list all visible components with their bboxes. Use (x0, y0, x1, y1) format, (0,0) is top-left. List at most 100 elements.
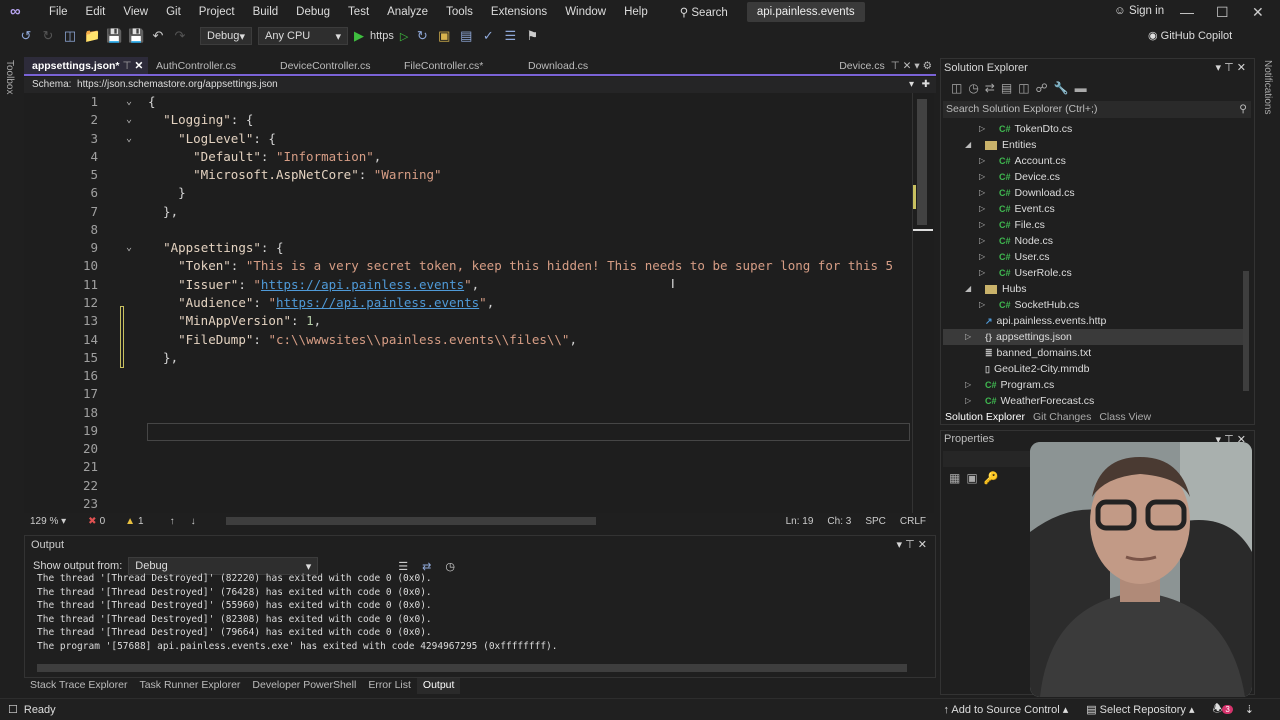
tab-stack-trace-explorer[interactable]: Stack Trace Explorer (24, 678, 133, 694)
tab-devicecontroller[interactable]: DeviceController.cs (272, 57, 396, 74)
bookmark-icon[interactable]: ⚑ (524, 28, 540, 44)
run-profile-button[interactable]: https (370, 30, 394, 42)
close-tab-icon[interactable]: ✕ (135, 60, 144, 72)
menu-help[interactable]: Help (615, 6, 657, 18)
github-copilot-button[interactable]: ◉ GitHub Copilot (1148, 29, 1232, 42)
close-icon[interactable]: ✕ (918, 539, 927, 551)
tree-item[interactable]: ▷ C# Event.cs (943, 201, 1243, 217)
collapsed-arrow-icon[interactable]: ▷ (979, 153, 985, 169)
notifications-strip[interactable]: Notifications (1258, 56, 1280, 146)
tab-solution-explorer[interactable]: Solution Explorer (941, 409, 1029, 425)
toolbox-strip[interactable]: Toolbox (0, 56, 22, 516)
tree-item[interactable]: ▷ C# Device.cs (943, 169, 1243, 185)
back-icon[interactable]: ↺ (18, 28, 34, 44)
collapsed-arrow-icon[interactable]: ▷ (979, 233, 985, 249)
line-number[interactable]: Ln: 19 (786, 516, 814, 527)
tree-item[interactable]: ▷ C# TokenDto.cs (943, 121, 1243, 137)
configuration-dropdown[interactable]: Debug ▾ (200, 27, 252, 45)
pin-icon[interactable]: ⊤ (905, 539, 915, 551)
tab-task-runner-explorer[interactable]: Task Runner Explorer (133, 678, 246, 694)
dropdown-icon[interactable]: ▾ (897, 539, 903, 551)
output-text[interactable]: The thread '[Thread Destroyed]' (82220) … (37, 572, 557, 653)
comment-icon[interactable]: ☰ (502, 28, 518, 44)
menu-git[interactable]: Git (157, 6, 190, 18)
split-icon[interactable]: ✚ (922, 79, 930, 90)
menu-tools[interactable]: Tools (437, 6, 482, 18)
maximize-button[interactable]: ☐ (1216, 4, 1229, 21)
menu-edit[interactable]: Edit (77, 6, 115, 18)
collapsed-arrow-icon[interactable]: ▷ (965, 377, 971, 393)
code-editor[interactable]: I 1 ⌄{2 ⌄ "Logging": {3 ⌄ "LogLevel": {4 "D… (24, 93, 912, 513)
search-icon[interactable]: ⚲ (1239, 103, 1247, 115)
scrollbar-thumb[interactable] (917, 99, 927, 225)
dropdown-icon[interactable]: ▾ (1216, 62, 1222, 74)
run-icon[interactable]: ▶ (354, 28, 364, 44)
tab-class-view[interactable]: Class View (1095, 409, 1155, 425)
tab-authcontroller[interactable]: AuthController.cs (148, 57, 272, 74)
close-icon[interactable]: ✕ (1237, 62, 1246, 74)
menu-test[interactable]: Test (339, 6, 378, 18)
tree-item[interactable]: ≣ banned_domains.txt (943, 345, 1243, 361)
menu-window[interactable]: Window (556, 6, 615, 18)
tab-filecontroller[interactable]: FileController.cs* (396, 57, 520, 74)
fold-chevron-icon[interactable]: ⌄ (126, 239, 132, 257)
collapsed-arrow-icon[interactable]: ▷ (979, 217, 985, 233)
close-window-button[interactable]: ✕ (1252, 4, 1264, 21)
notifications-bell-icon[interactable]: 🕭 3 (1212, 700, 1233, 719)
tab-download[interactable]: Download.cs (520, 57, 644, 74)
output-status-icon[interactable]: ☐ (8, 703, 18, 716)
tree-item[interactable]: ◢ Entities (943, 137, 1243, 153)
search-button[interactable]: ⚲ Search (671, 5, 737, 19)
expanded-arrow-icon[interactable]: ◢ (965, 137, 971, 153)
previous-issue-icon[interactable]: ↑ (170, 516, 175, 527)
spell-check-icon[interactable]: ✓ (480, 28, 496, 44)
tab-output[interactable]: Output (416, 678, 461, 694)
tree-item[interactable]: ▷ C# UserRole.cs (943, 265, 1243, 281)
collapsed-arrow-icon[interactable]: ▷ (965, 393, 971, 409)
menu-project[interactable]: Project (190, 6, 244, 18)
menu-build[interactable]: Build (244, 6, 288, 18)
menu-file[interactable]: File (40, 6, 77, 18)
open-folder-icon[interactable]: 📁 (84, 28, 100, 44)
tab-developer-powershell[interactable]: Developer PowerShell (246, 678, 362, 694)
code-link[interactable]: https://api.painless.events (261, 277, 464, 292)
tree-item[interactable]: ▷ C# Download.cs (943, 185, 1243, 201)
editor-vertical-scrollbar[interactable] (912, 93, 934, 513)
download-icon[interactable]: ⇣ (1245, 703, 1254, 716)
solution-search-input[interactable]: Search Solution Explorer (Ctrl+;) ⚲ (943, 101, 1251, 118)
settings-gear-icon[interactable]: ⚙ (923, 60, 932, 72)
tree-item[interactable]: ▷ C# Node.cs (943, 233, 1243, 249)
tab-device-cs[interactable]: Device.cs ⊤ ✕ ▾ ⚙ (831, 57, 936, 74)
next-issue-icon[interactable]: ↓ (191, 516, 196, 527)
properties-toolbar[interactable]: ▦▣🔑 (949, 471, 1005, 485)
collapsed-arrow-icon[interactable]: ▷ (965, 329, 971, 345)
pin-icon[interactable]: ⊤ (1224, 62, 1234, 74)
collapsed-arrow-icon[interactable]: ▷ (979, 169, 985, 185)
minimize-button[interactable]: — (1180, 4, 1194, 20)
new-item-icon[interactable]: ◫ (62, 28, 78, 44)
collapsed-arrow-icon[interactable]: ▷ (979, 249, 985, 265)
output-horizontal-scrollbar[interactable] (37, 664, 907, 672)
collapsed-arrow-icon[interactable]: ▷ (979, 297, 985, 313)
fold-chevron-icon[interactable]: ⌄ (126, 111, 132, 129)
line-ending-indicator[interactable]: CRLF (900, 516, 926, 527)
tree-item[interactable]: ▷ C# Account.cs (943, 153, 1243, 169)
fold-chevron-icon[interactable]: ⌄ (126, 130, 132, 148)
horizontal-scrollbar[interactable] (225, 517, 596, 525)
collapsed-arrow-icon[interactable]: ▷ (979, 185, 985, 201)
browse-icon[interactable]: ▣ (436, 28, 452, 44)
tree-scrollbar[interactable] (1243, 121, 1253, 401)
tab-git-changes[interactable]: Git Changes (1029, 409, 1095, 425)
sign-in-button[interactable]: ☺ Sign in (1105, 5, 1173, 17)
word-wrap-icon[interactable]: ☰ (398, 560, 408, 573)
tree-item[interactable]: ▷ C# File.cs (943, 217, 1243, 233)
menu-debug[interactable]: Debug (287, 6, 339, 18)
tree-item[interactable]: ▷ {} appsettings.json (943, 329, 1243, 345)
spacing-indicator[interactable]: SPC (865, 516, 886, 527)
platform-dropdown[interactable]: Any CPU ▾ (258, 27, 348, 45)
tree-item[interactable]: ▷ C# SocketHub.cs (943, 297, 1243, 313)
fold-chevron-icon[interactable]: ⌄ (126, 93, 132, 111)
solution-explorer-toolbar[interactable]: ◫◷⇄▤◫☍🔧▬ (951, 81, 1093, 95)
tab-appsettings-json[interactable]: appsettings.json* ⊤ ✕ (24, 57, 148, 74)
collapsed-arrow-icon[interactable]: ▷ (979, 201, 985, 217)
